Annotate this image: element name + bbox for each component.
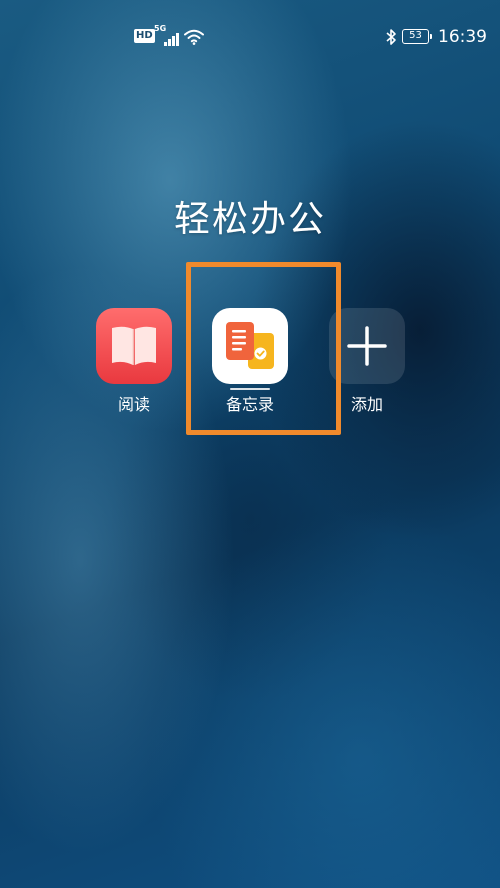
wifi-icon [184,29,204,45]
wallpaper [0,0,500,888]
highlight-box [186,262,341,435]
status-bar: HD 5G 53 16:39 [0,0,500,70]
book-icon[interactable] [96,308,172,384]
status-time: 16:39 [438,27,487,47]
hd-badge: HD [134,29,155,43]
signal-bars-icon [158,30,180,46]
battery-icon: 53 [402,29,432,44]
folder-title[interactable]: 轻松办公 [0,190,500,242]
battery-level: 53 [409,30,422,41]
app-reading[interactable]: 阅读 [96,308,172,414]
bluetooth-icon [386,29,396,45]
app-label: 阅读 [117,395,150,414]
